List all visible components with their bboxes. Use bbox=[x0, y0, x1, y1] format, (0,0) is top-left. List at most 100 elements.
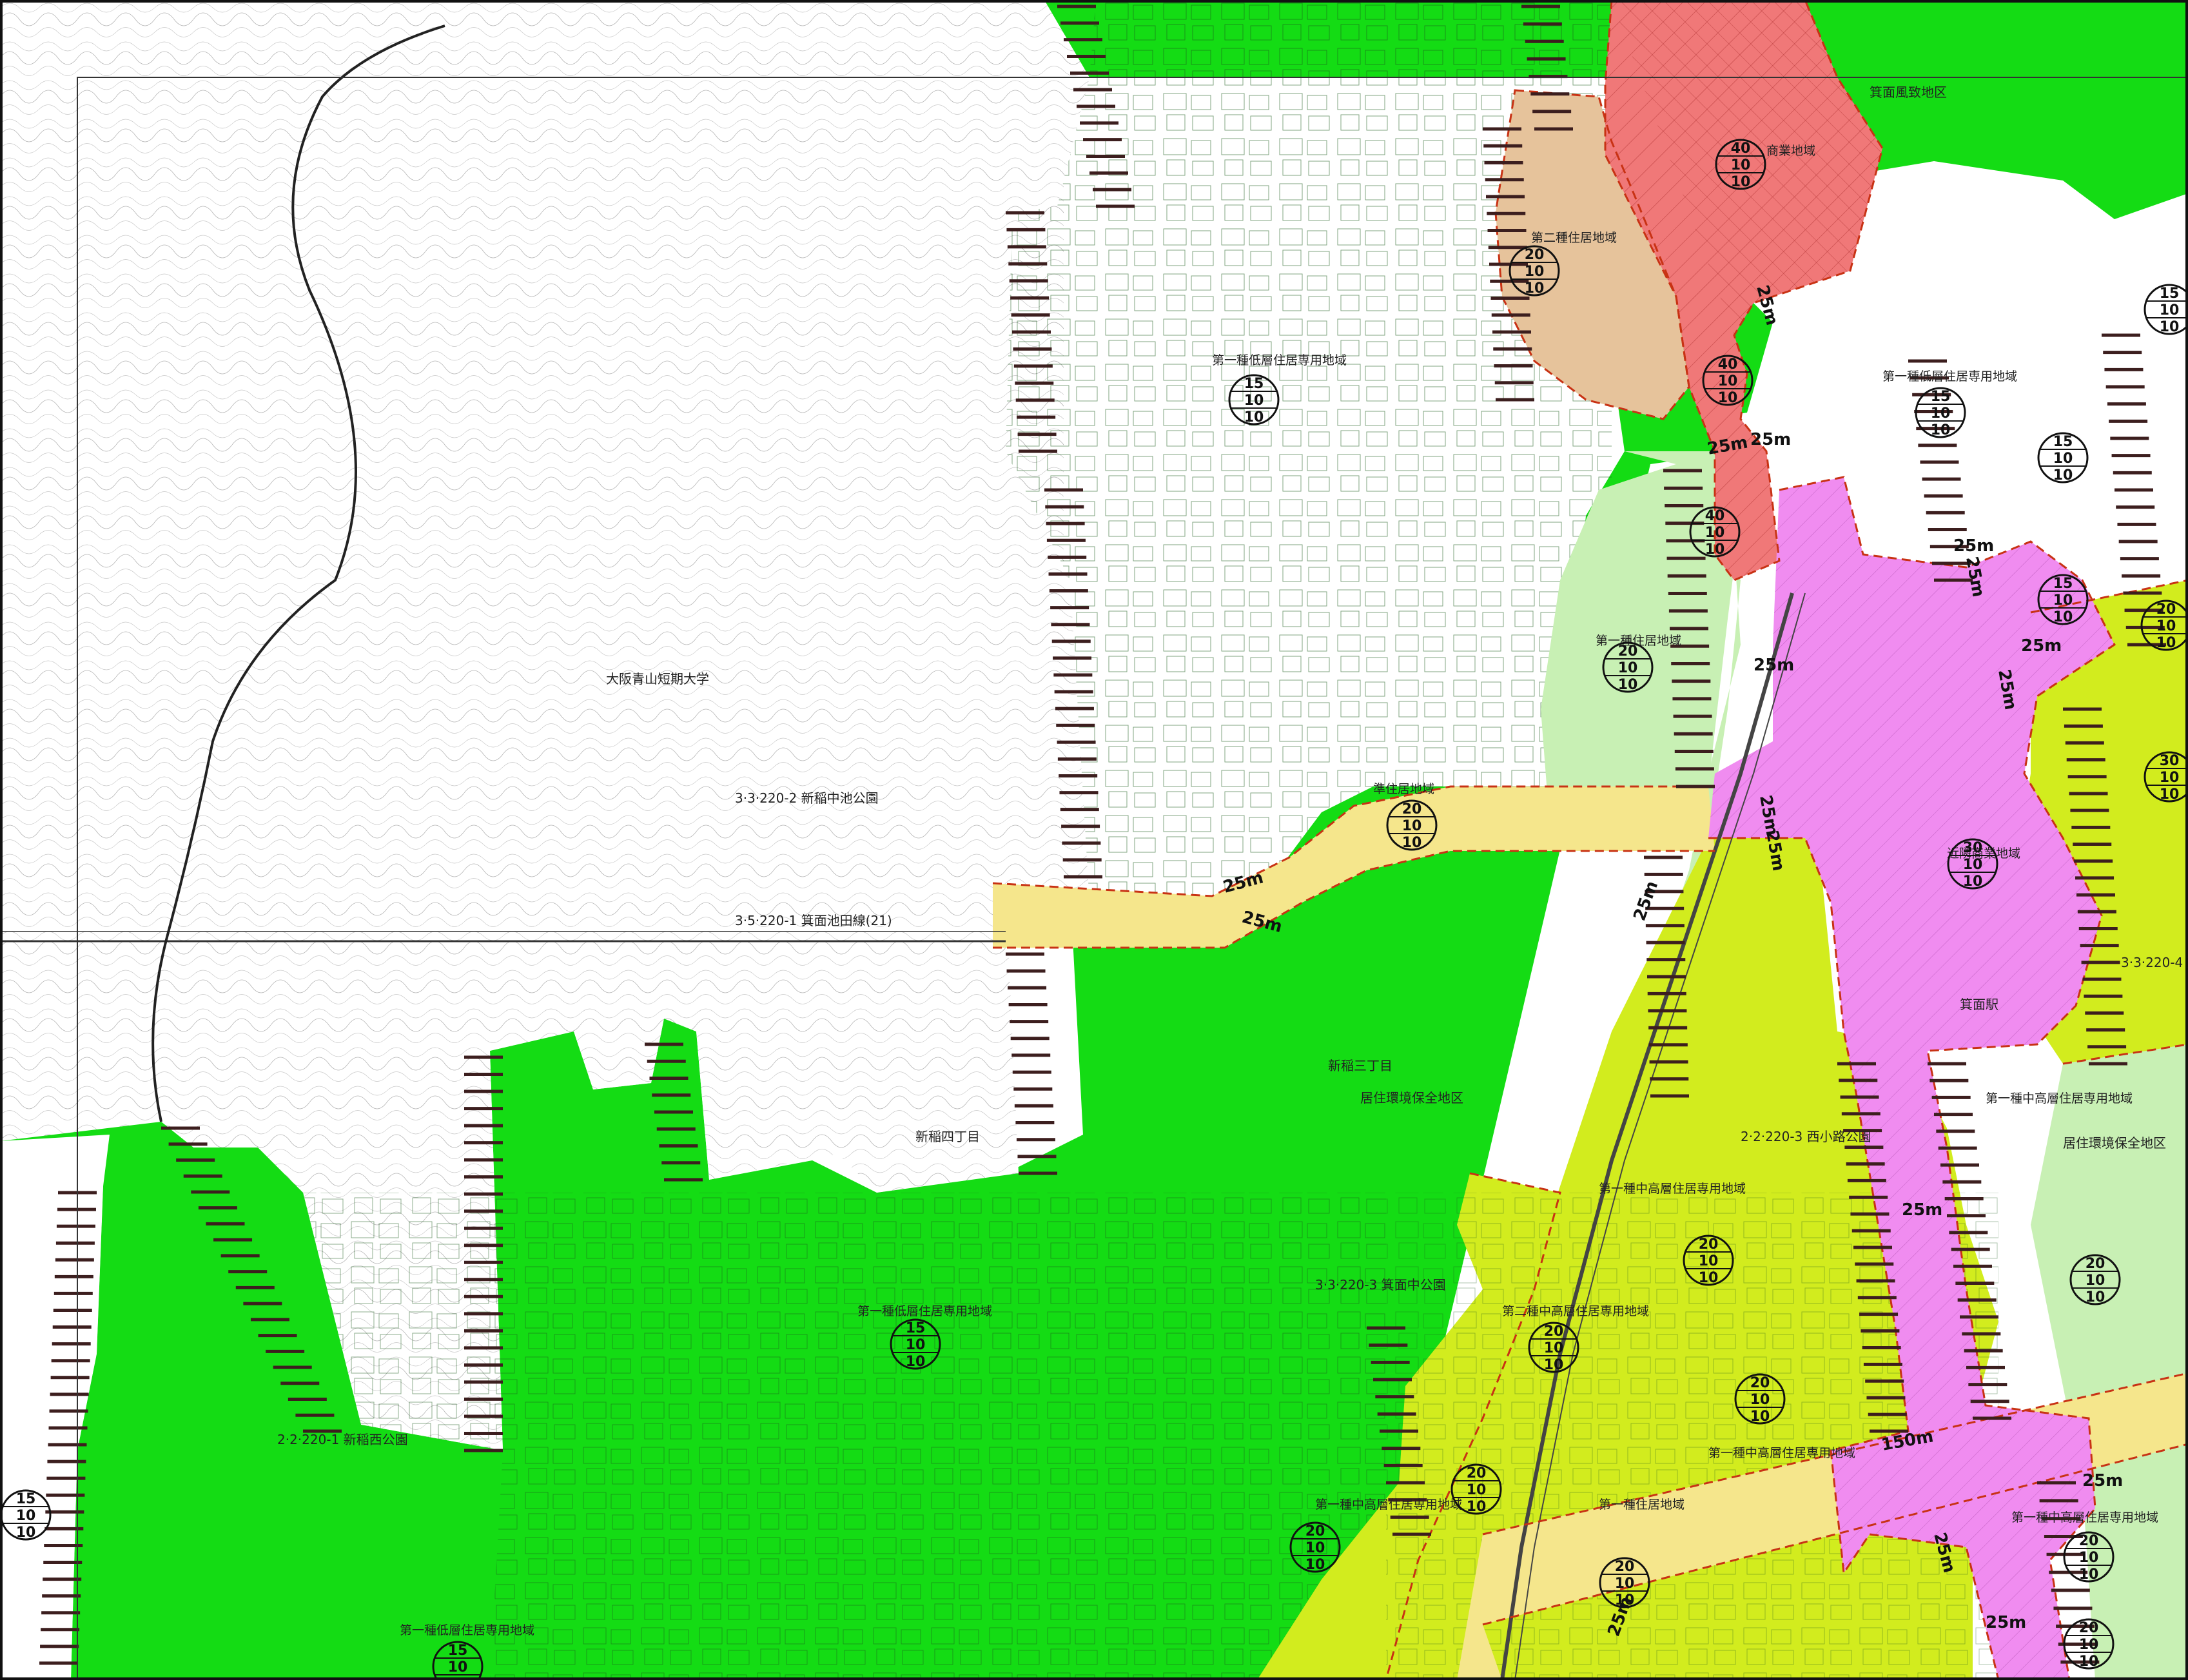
label-park6: 2·2·220-3 西小路公園 bbox=[1741, 1129, 1871, 1144]
far-marker-value: 10 bbox=[1931, 405, 1951, 422]
far-marker-value: 10 bbox=[1615, 1576, 1635, 1592]
label-mid-high-3: 第一種中高層住居専用地域 bbox=[1315, 1498, 1462, 1512]
far-marker-value: 10 bbox=[1467, 1499, 1487, 1515]
label-mid-high-5: 第一種中高層住居専用地域 bbox=[2011, 1510, 2158, 1525]
far-marker-value: 10 bbox=[2079, 1637, 2099, 1653]
far-marker-value: 10 bbox=[16, 1525, 36, 1541]
far-marker-value: 10 bbox=[2053, 609, 2073, 625]
far-marker-value: 20 bbox=[1750, 1375, 1770, 1391]
far-marker-value: 10 bbox=[2079, 1654, 2099, 1670]
far-marker-value: 10 bbox=[2079, 1550, 2099, 1566]
label-area3: 新稲三丁目 bbox=[1328, 1058, 1392, 1073]
far-marker-value: 20 bbox=[1305, 1523, 1325, 1539]
height-label-25m: 25m bbox=[1750, 430, 1791, 449]
far-marker-value: 10 bbox=[16, 1508, 36, 1524]
map-canvas[interactable]: 第一種低層住居専用地域 第一種低層住居専用地域 第一種低層住居専用地域 第一種低… bbox=[0, 0, 2188, 1680]
far-marker-value: 20 bbox=[1615, 1559, 1635, 1575]
far-marker-value: 10 bbox=[448, 1659, 468, 1675]
label-low-rise-2: 第一種低層住居専用地域 bbox=[857, 1304, 992, 1318]
far-marker-value: 10 bbox=[448, 1676, 468, 1680]
far-marker-value: 10 bbox=[1525, 280, 1545, 297]
far-marker-value: 10 bbox=[1544, 1340, 1564, 1356]
far-marker-value: 20 bbox=[2079, 1620, 2099, 1636]
label-neigh-commercial: 近隣商業地域 bbox=[1947, 846, 2020, 861]
far-marker-value: 10 bbox=[2160, 770, 2180, 786]
far-marker-value: 10 bbox=[1750, 1392, 1770, 1408]
far-marker-value: 10 bbox=[1718, 390, 1738, 406]
far-marker-value: 10 bbox=[1402, 835, 1422, 851]
far-marker-value: 10 bbox=[2079, 1567, 2099, 1583]
far-marker-value: 10 bbox=[1244, 393, 1264, 409]
far-marker-value: 10 bbox=[2156, 635, 2176, 651]
far-marker-value: 30 bbox=[1963, 840, 1983, 856]
far-marker-value: 10 bbox=[1544, 1357, 1564, 1373]
label-town-green: 箕面風致地区 bbox=[1870, 84, 1947, 100]
label-mid-high-2: 第一種中高層住居専用地域 bbox=[1708, 1446, 1855, 1460]
far-marker-value: 10 bbox=[1750, 1409, 1770, 1425]
height-label-25m: 25m bbox=[2082, 1471, 2123, 1490]
far-marker-value: 10 bbox=[2160, 319, 2180, 335]
far-marker-value: 10 bbox=[1244, 409, 1264, 425]
far-marker-value: 10 bbox=[1618, 660, 1638, 676]
far-marker-value: 10 bbox=[1963, 857, 1983, 873]
far-marker-value: 10 bbox=[906, 1354, 926, 1370]
far-marker-value: 20 bbox=[1618, 643, 1638, 659]
label-residential-south: 第一種住居地域 bbox=[1599, 1498, 1685, 1512]
far-marker-value: 10 bbox=[1618, 677, 1638, 693]
label-station: 箕面駅 bbox=[1960, 997, 1998, 1012]
far-marker-value: 10 bbox=[1305, 1557, 1325, 1573]
far-marker-value: 10 bbox=[1705, 525, 1725, 541]
far-marker-value: 10 bbox=[1931, 422, 1951, 438]
far-marker-value: 10 bbox=[1402, 818, 1422, 834]
far-marker-value: 15 bbox=[2053, 434, 2073, 450]
far-marker-value: 20 bbox=[1467, 1465, 1487, 1481]
height-label-25m: 25m bbox=[1986, 1613, 2026, 1632]
far-marker-value: 15 bbox=[2053, 576, 2073, 592]
far-marker-value: 15 bbox=[906, 1320, 926, 1336]
label-park2: 2·2·220-1 新稲西公園 bbox=[277, 1432, 408, 1447]
label-mid-high-1: 第一種中高層住居専用地域 bbox=[1599, 1182, 1746, 1196]
far-marker-value: 10 bbox=[1731, 157, 1751, 173]
label-residential-env-2: 居住環境保全地区 bbox=[2063, 1135, 2166, 1151]
far-marker-value: 10 bbox=[1615, 1592, 1635, 1608]
label-area2: 新稲四丁目 bbox=[915, 1129, 980, 1144]
label-cat2-residential: 第二種住居地域 bbox=[1531, 231, 1617, 245]
far-marker-value: 15 bbox=[1244, 376, 1264, 392]
far-marker-value: 10 bbox=[1525, 264, 1545, 280]
height-label-25m: 25m bbox=[1953, 536, 1994, 556]
far-marker-value: 10 bbox=[1718, 373, 1738, 389]
far-marker-value: 20 bbox=[1525, 247, 1545, 263]
far-marker-value: 10 bbox=[1731, 174, 1751, 190]
far-marker-value: 20 bbox=[2156, 601, 2176, 618]
far-marker-value: 10 bbox=[1705, 542, 1725, 558]
label-cat2-mid-high: 第二種中高層住居専用地域 bbox=[1502, 1304, 1649, 1318]
far-marker-value: 15 bbox=[448, 1643, 468, 1659]
far-marker-value: 20 bbox=[1699, 1236, 1719, 1253]
far-marker-value: 30 bbox=[2160, 753, 2180, 769]
far-marker-value: 10 bbox=[2053, 592, 2073, 609]
label-road1: 3·5·220-1 箕面池田線(21) bbox=[735, 913, 892, 928]
label-low-rise-3: 第一種低層住居専用地域 bbox=[400, 1623, 534, 1637]
label-mid-high-4: 第一種中高層住居専用地域 bbox=[1986, 1091, 2133, 1106]
far-marker-value: 15 bbox=[16, 1491, 36, 1507]
label-park5: 3·3·220-4 芦原公園 bbox=[2121, 955, 2188, 970]
far-marker-value: 10 bbox=[2156, 618, 2176, 634]
label-low-rise-4: 第一種低層住居専用地域 bbox=[1882, 369, 2017, 384]
label-low-rise-1: 第一種低層住居専用地域 bbox=[1212, 353, 1347, 367]
label-residential-env: 居住環境保全地区 bbox=[1360, 1090, 1463, 1106]
far-marker-value: 40 bbox=[1705, 508, 1725, 524]
far-marker-value: 10 bbox=[1305, 1540, 1325, 1556]
label-commercial: 商業地域 bbox=[1766, 144, 1815, 158]
far-marker-value: 20 bbox=[2079, 1533, 2099, 1549]
far-marker-value: 10 bbox=[2053, 451, 2073, 467]
far-marker-value: 20 bbox=[2085, 1256, 2105, 1272]
far-marker-value: 10 bbox=[906, 1337, 926, 1353]
far-marker-value: 10 bbox=[2085, 1273, 2105, 1289]
far-marker-value: 10 bbox=[2160, 302, 2180, 318]
far-marker-value: 10 bbox=[2085, 1289, 2105, 1305]
far-marker-value: 40 bbox=[1718, 357, 1738, 373]
far-marker-value: 10 bbox=[2053, 467, 2073, 483]
zoning-map: 第一種低層住居専用地域 第一種低層住居専用地域 第一種低層住居専用地域 第一種低… bbox=[0, 0, 2188, 1680]
far-marker-value: 10 bbox=[2160, 786, 2180, 803]
far-marker-value: 15 bbox=[2160, 286, 2180, 302]
